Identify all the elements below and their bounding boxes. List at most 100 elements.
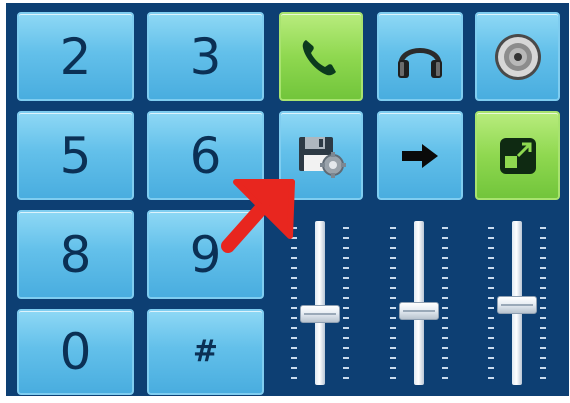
slider-tick <box>390 347 396 349</box>
slider-tick <box>442 377 448 379</box>
slider-tick <box>343 297 349 299</box>
slider-tick <box>343 327 349 329</box>
slider-tick <box>291 327 297 329</box>
speaker-button[interactable] <box>475 12 560 101</box>
slider-tick <box>488 297 494 299</box>
slider-tick <box>540 327 546 329</box>
slider-tick <box>291 297 297 299</box>
slider-tick <box>540 267 546 269</box>
key-8[interactable]: 8 <box>17 210 134 299</box>
slider-tick <box>343 227 349 229</box>
slider-tick <box>343 377 349 379</box>
slider-tick <box>442 357 448 359</box>
slider-tick <box>540 337 546 339</box>
slider-tick <box>390 297 396 299</box>
slider-tick <box>343 277 349 279</box>
slider-2-thumb[interactable] <box>399 302 439 320</box>
slider-tick <box>390 307 396 309</box>
expand-button[interactable] <box>475 111 560 200</box>
slider-tick <box>540 237 546 239</box>
slider-tick <box>291 307 297 309</box>
slider-tick <box>442 287 448 289</box>
slider-2-ticks-left <box>390 227 396 382</box>
slider-tick <box>390 377 396 379</box>
slider-tick <box>488 257 494 259</box>
slider-tick <box>343 307 349 309</box>
call-button[interactable] <box>279 12 363 101</box>
slider-tick <box>442 317 448 319</box>
slider-tick <box>488 357 494 359</box>
key-9[interactable]: 9 <box>147 210 264 299</box>
slider-1-track <box>315 221 325 385</box>
slider-tick <box>488 227 494 229</box>
slider-3-ticks-right <box>540 227 546 382</box>
slider-tick <box>291 377 297 379</box>
slider-tick <box>291 247 297 249</box>
slider-tick <box>488 277 494 279</box>
slider-tick <box>488 307 494 309</box>
key-0[interactable]: 0 <box>17 309 134 395</box>
slider-tick <box>390 237 396 239</box>
slider-tick <box>390 267 396 269</box>
forward-button[interactable] <box>377 111 463 200</box>
key-0-label: 0 <box>59 323 92 381</box>
slider-tick <box>442 297 448 299</box>
slider-tick <box>488 337 494 339</box>
slider-3-ticks-left <box>488 227 494 382</box>
slider-tick <box>343 317 349 319</box>
slider-tick <box>291 277 297 279</box>
expand-window-icon <box>499 137 536 174</box>
key-hash[interactable]: # <box>147 309 264 395</box>
slider-tick <box>390 227 396 229</box>
slider-tick <box>291 227 297 229</box>
slider-tick <box>390 277 396 279</box>
slider-1-ticks-left <box>291 227 297 382</box>
key-5[interactable]: 5 <box>17 111 134 200</box>
floppy-gear-icon <box>299 136 346 178</box>
slider-tick <box>343 357 349 359</box>
slider-tick <box>343 247 349 249</box>
key-hash-label: # <box>192 334 219 369</box>
slider-tick <box>291 357 297 359</box>
key-6[interactable]: 6 <box>147 111 264 200</box>
slider-tick <box>291 347 297 349</box>
slider-tick <box>291 237 297 239</box>
slider-tick <box>390 257 396 259</box>
slider-tick <box>291 367 297 369</box>
slider-1-ticks-right <box>343 227 349 382</box>
slider-tick <box>442 247 448 249</box>
slider-1[interactable] <box>280 217 362 392</box>
slider-tick <box>540 257 546 259</box>
slider-tick <box>488 347 494 349</box>
headset-button[interactable] <box>377 12 463 101</box>
speaker-icon <box>494 33 541 80</box>
slider-1-thumb[interactable] <box>300 305 340 323</box>
key-5-label: 5 <box>59 126 92 185</box>
key-2[interactable]: 2 <box>17 12 134 101</box>
slider-3[interactable] <box>477 217 559 392</box>
slider-tick <box>540 367 546 369</box>
slider-tick <box>540 307 546 309</box>
arrow-right-icon <box>402 143 438 168</box>
key-2-label: 2 <box>59 27 92 86</box>
slider-tick <box>291 337 297 339</box>
headphones-icon <box>398 47 442 78</box>
key-9-label: 9 <box>189 225 222 284</box>
slider-2-ticks-right <box>442 227 448 382</box>
slider-tick <box>390 287 396 289</box>
save-settings-button[interactable] <box>279 111 363 200</box>
slider-tick <box>442 327 448 329</box>
slider-tick <box>390 247 396 249</box>
slider-tick <box>343 347 349 349</box>
slider-tick <box>540 347 546 349</box>
key-8-label: 8 <box>59 225 92 284</box>
slider-tick <box>343 287 349 289</box>
slider-tick <box>390 337 396 339</box>
slider-2[interactable] <box>379 217 461 392</box>
slider-tick <box>343 257 349 259</box>
key-6-label: 6 <box>189 126 222 185</box>
slider-tick <box>540 287 546 289</box>
slider-3-thumb[interactable] <box>497 296 537 314</box>
slider-tick <box>488 237 494 239</box>
key-3[interactable]: 3 <box>147 12 264 101</box>
